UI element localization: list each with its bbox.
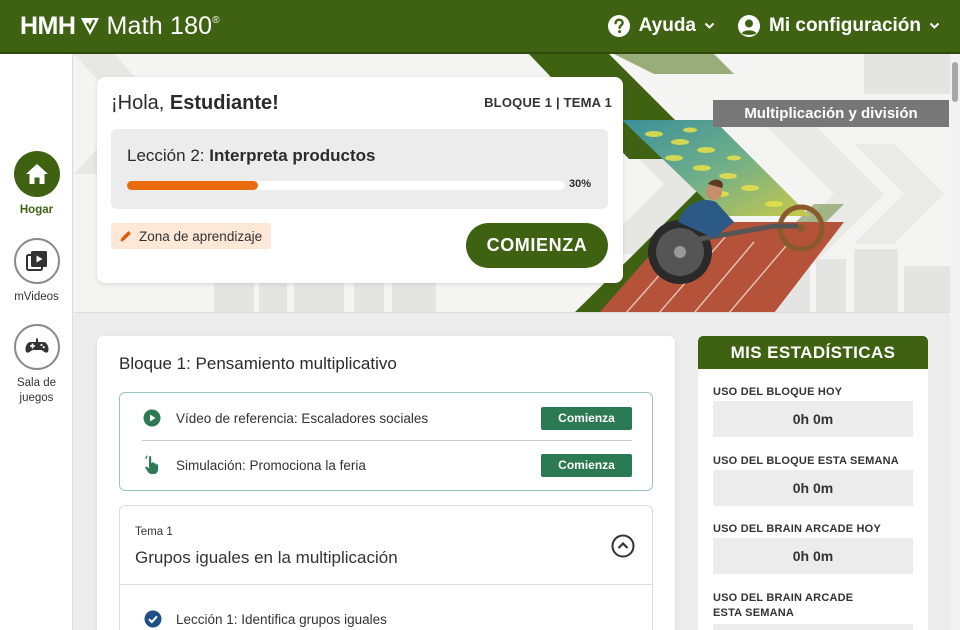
check-circle-icon — [144, 610, 162, 628]
topic-header[interactable]: Tema 1 Grupos iguales en la multiplicaci… — [120, 506, 652, 585]
gamepad-icon — [13, 324, 60, 370]
stat-label: USO DEL BLOQUE HOY — [713, 386, 843, 398]
lesson-name: Interpreta productos — [209, 146, 376, 165]
stat-label-line1: USO DEL BRAIN ARCADE — [713, 592, 854, 604]
stat-label: USO DEL BRAIN ARCADE ESTA SEMANA — [713, 591, 853, 621]
simulation-text: Simulación: Promociona la feria — [176, 457, 366, 473]
nav-item-game-room[interactable]: Sala de juegos — [0, 324, 73, 406]
help-label: Ayuda — [638, 15, 696, 36]
lesson-title: Lección 2: Interpreta productos — [127, 146, 375, 166]
lesson-progress-percent: 30% — [569, 178, 592, 190]
greeting: ¡Hola, Estudiante! — [111, 92, 279, 115]
unit-card: Bloque 1: Pensamiento multiplicativo Víd… — [97, 336, 675, 630]
scroll-thumb[interactable] — [952, 62, 958, 102]
brand-reg: ® — [212, 14, 220, 26]
help-menu[interactable]: Ayuda — [607, 14, 715, 38]
nav-label-home: Hogar — [19, 204, 54, 216]
simulation-start-button[interactable]: Comienza — [541, 453, 632, 477]
stat-label-line2: ESTA SEMANA — [713, 607, 795, 619]
nav-item-mvideos[interactable]: mVideos — [0, 238, 73, 305]
chevron-down-icon — [929, 22, 940, 30]
divider — [142, 440, 632, 441]
nav-item-home[interactable]: Hogar — [0, 151, 73, 218]
topic-name: Grupos iguales en la multiplicación — [135, 548, 398, 567]
brand-logo[interactable]: HMH Math 180 ® — [20, 12, 220, 41]
welcome-card: ¡Hola, Estudiante! BLOQUE 1 | TEMA 1 Lec… — [97, 77, 623, 283]
reference-resources: Vídeo de referencia: Escaladores sociale… — [119, 392, 653, 491]
settings-label: Mi configuración — [769, 15, 921, 36]
help-icon — [607, 14, 631, 38]
reference-video-row: Vídeo de referencia: Escaladores sociale… — [142, 395, 632, 441]
stat-label: USO DEL BRAIN ARCADE HOY — [713, 523, 881, 535]
home-icon — [13, 151, 60, 197]
stat-value: 0h 0m — [713, 538, 913, 574]
unit-topic-label: BLOQUE 1 | TEMA 1 — [484, 95, 612, 110]
reference-video-text: Vídeo de referencia: Escaladores sociale… — [176, 410, 429, 426]
lesson-prefix: Lección 2: — [127, 146, 210, 165]
current-lesson: Lección 2: Interpreta productos 30% — [111, 129, 608, 209]
nav-label-mvideos: mVideos — [14, 291, 59, 303]
learning-zone-label: Zona de aprendizaje — [139, 228, 263, 244]
simulation-row: Simulación: Promociona la feria Comienza — [142, 442, 632, 488]
lesson-progress-bar — [127, 181, 565, 190]
top-bar: HMH Math 180 ® Ayuda Mi configuración — [0, 0, 960, 54]
reference-video-start-button[interactable]: Comienza — [541, 406, 632, 430]
unit-title: Bloque 1: Pensamiento multiplicativo — [119, 354, 397, 373]
stats-title: MIS ESTADÍSTICAS — [698, 336, 928, 369]
topic-number: Tema 1 — [135, 526, 173, 538]
stat-label: USO DEL BLOQUE ESTA SEMANA — [713, 455, 899, 467]
stat-value: 0h 0m — [713, 470, 913, 506]
video-icon — [13, 238, 60, 284]
pencil-icon — [119, 229, 133, 243]
brand-product: Math 180 — [106, 11, 213, 40]
learning-zone-tag: Zona de aprendizaje — [111, 223, 272, 249]
unit-theme-tag: Multiplicación y división — [713, 100, 949, 127]
play-icon — [142, 409, 162, 427]
lesson-progress-fill — [127, 181, 259, 190]
lesson-item-label: Lección 1: Identifica grupos iguales — [176, 611, 387, 627]
left-nav: Hogar mVideos Sala de juegos — [0, 54, 73, 630]
stat-value: 0h 0m — [713, 401, 913, 437]
my-stats-panel: MIS ESTADÍSTICAS USO DEL BLOQUE HOY 0h 0… — [698, 336, 928, 630]
topic-panel: Tema 1 Grupos iguales en la multiplicaci… — [119, 505, 653, 630]
page-scrollbar[interactable] — [950, 54, 960, 630]
brand-hmh: HMH — [20, 11, 76, 40]
hand-pointer-icon — [142, 455, 162, 475]
nav-label-game-room: Sala de juegos — [16, 377, 56, 404]
student-name: Estudiante! — [169, 92, 279, 114]
greeting-prefix: ¡Hola, — [111, 92, 170, 114]
stat-value — [713, 624, 913, 630]
lesson-item[interactable]: Lección 1: Identifica grupos iguales — [144, 610, 387, 628]
brand-mark-icon — [79, 15, 101, 37]
user-icon — [737, 14, 761, 38]
settings-menu[interactable]: Mi configuración — [737, 14, 940, 38]
chevron-up-icon[interactable] — [611, 534, 635, 558]
start-lesson-button[interactable]: COMIENZA — [466, 223, 608, 268]
chevron-down-icon — [704, 22, 715, 30]
